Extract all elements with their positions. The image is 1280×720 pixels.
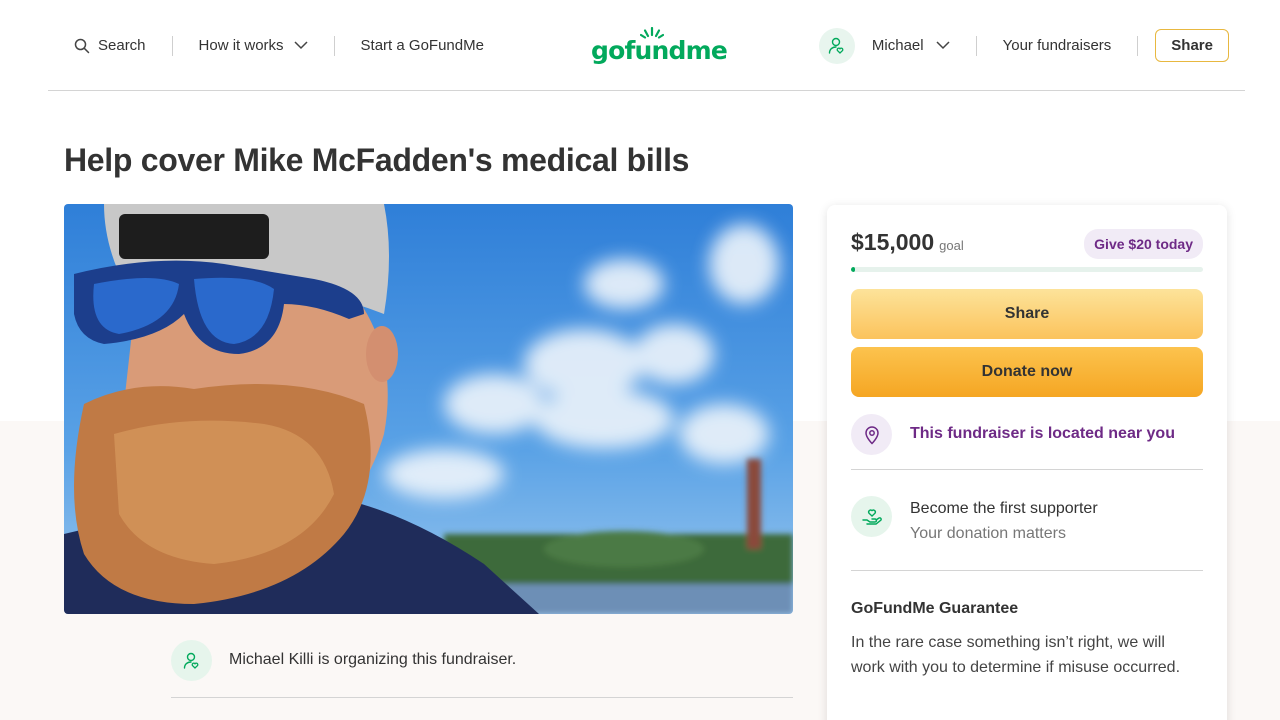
- user-icon: [828, 37, 844, 54]
- top-navigation: Search How it works Start a GoFundMe gof…: [48, 0, 1245, 91]
- hero-photo: [64, 204, 793, 614]
- page-title: Help cover Mike McFadden's medical bills: [64, 142, 690, 178]
- goal-amount: $15,000: [851, 229, 935, 255]
- chevron-down-icon: [294, 41, 308, 50]
- nav-right-group: Michael Your fundraisers Share: [818, 0, 1229, 91]
- organizer-avatar: [171, 640, 212, 681]
- nav-divider: [1137, 35, 1139, 56]
- supporter-subtitle: Your donation matters: [910, 525, 1066, 542]
- goal-row: $15,000 goal: [851, 229, 964, 256]
- your-fundraisers-label: Your fundraisers: [1002, 37, 1112, 54]
- user-name: Michael: [871, 37, 924, 54]
- fundraiser-hero-image[interactable]: [64, 204, 793, 614]
- guarantee-text: In the rare case something isn’t right, …: [851, 634, 1181, 676]
- organizer-row: Michael Killi is organizing this fundrai…: [171, 640, 793, 698]
- organizer-text: Michael Killi is organizing this fundrai…: [229, 651, 517, 668]
- nav-divider: [171, 35, 173, 56]
- start-gofundme-label: Start a GoFundMe: [360, 37, 484, 54]
- supporter-icon-circle: [851, 496, 892, 537]
- location-text[interactable]: This fundraiser is located near you: [910, 425, 1175, 443]
- location-pin-icon: [864, 425, 879, 445]
- progress-bar: [851, 267, 1203, 272]
- donate-now-button[interactable]: Donate now: [851, 347, 1203, 397]
- donation-card: $15,000 goal Give $20 today Share Donate…: [827, 205, 1227, 720]
- avatar: [818, 27, 855, 64]
- how-it-works-label: How it works: [198, 37, 284, 54]
- supporter-text-block: Become the first supporter Your donation…: [910, 499, 1098, 544]
- search-label: Search: [98, 37, 146, 54]
- location-row: This fundraiser is located near you: [851, 414, 1203, 470]
- chevron-down-icon: [936, 41, 950, 50]
- nav-left-group: Search How it works Start a GoFundMe: [74, 0, 484, 91]
- user-icon: [183, 652, 198, 669]
- your-fundraisers-link[interactable]: Your fundraisers: [1003, 0, 1112, 91]
- supporter-title: Become the first supporter: [910, 500, 1098, 517]
- how-it-works-menu[interactable]: How it works: [199, 0, 308, 91]
- search-icon: [74, 38, 90, 53]
- start-gofundme-link[interactable]: Start a GoFundMe: [361, 0, 484, 91]
- search-link[interactable]: Search: [74, 0, 146, 91]
- heart-hand-icon: [861, 508, 882, 525]
- goal-label: goal: [939, 238, 964, 253]
- header-share-button[interactable]: Share: [1155, 29, 1229, 62]
- nav-divider: [975, 35, 977, 56]
- guarantee-title: GoFundMe Guarantee: [851, 600, 1019, 617]
- user-menu[interactable]: Michael: [818, 0, 950, 91]
- location-icon-circle: [851, 414, 892, 455]
- logo-sun-icon: [640, 27, 664, 39]
- gofundme-logo[interactable]: gofundme: [591, 27, 728, 65]
- first-supporter-row: Become the first supporter Your donation…: [851, 496, 1203, 571]
- progress-fill: [851, 267, 855, 272]
- share-button[interactable]: Share: [851, 289, 1203, 339]
- give-today-badge[interactable]: Give $20 today: [1084, 229, 1203, 259]
- nav-divider: [333, 35, 335, 56]
- logo-text: gofundme: [591, 36, 728, 65]
